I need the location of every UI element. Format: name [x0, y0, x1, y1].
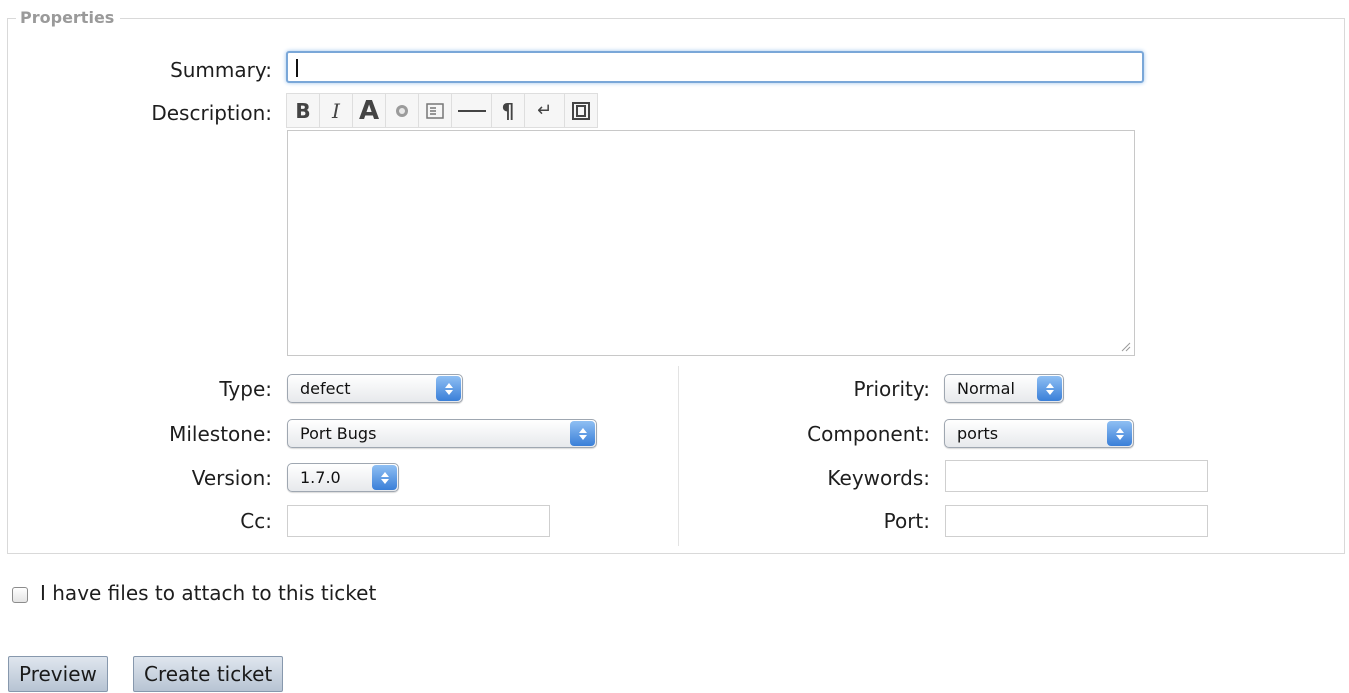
port-input[interactable]: [945, 505, 1208, 537]
attach-files-label: I have files to attach to this ticket: [40, 581, 377, 605]
wiki-markup-icon: [572, 101, 590, 120]
heading-button[interactable]: A: [353, 94, 386, 127]
bold-icon: B: [295, 98, 311, 123]
properties-legend: Properties: [16, 8, 121, 28]
horizontal-rule-button[interactable]: [452, 94, 492, 127]
heading-icon: A: [358, 95, 380, 126]
port-label: Port:: [883, 509, 930, 533]
type-label: Type:: [219, 377, 272, 401]
text-caret: [296, 59, 298, 77]
milestone-label: Milestone:: [169, 422, 272, 446]
version-select-value: 1.7.0: [300, 468, 341, 487]
description-label: Description:: [151, 101, 272, 125]
resize-grip-icon[interactable]: [1119, 340, 1131, 352]
version-select[interactable]: 1.7.0: [287, 463, 399, 492]
type-select-value: defect: [300, 379, 351, 398]
paragraph-button[interactable]: ¶: [492, 94, 525, 127]
attach-files-checkbox[interactable]: [12, 587, 28, 603]
wiki-markup-button[interactable]: [565, 94, 598, 127]
bold-button[interactable]: B: [287, 94, 320, 127]
component-select-value: ports: [957, 424, 999, 443]
select-arrows-icon: [436, 376, 461, 401]
link-icon: [396, 104, 408, 117]
priority-label: Priority:: [853, 377, 930, 401]
keywords-label: Keywords:: [827, 466, 930, 490]
code-block-icon: [426, 102, 444, 119]
keywords-input[interactable]: [945, 460, 1208, 492]
select-arrows-icon: [1107, 421, 1132, 446]
type-select[interactable]: defect: [287, 374, 463, 403]
create-ticket-button[interactable]: Create ticket: [133, 656, 284, 692]
summary-label: Summary:: [170, 58, 272, 82]
link-button[interactable]: [386, 94, 419, 127]
milestone-select-value: Port Bugs: [300, 424, 377, 443]
select-arrows-icon: [372, 465, 397, 490]
component-label: Component:: [807, 422, 930, 446]
version-label: Version:: [191, 466, 272, 490]
select-arrows-icon: [1037, 376, 1062, 401]
preview-button[interactable]: Preview: [8, 656, 108, 692]
line-break-button[interactable]: ↵: [525, 94, 565, 127]
select-arrows-icon: [570, 421, 595, 446]
italic-button[interactable]: I: [320, 94, 353, 127]
milestone-select[interactable]: Port Bugs: [287, 419, 597, 448]
code-block-button[interactable]: [419, 94, 452, 127]
priority-select[interactable]: Normal: [944, 374, 1064, 403]
column-divider: [678, 366, 679, 546]
cc-input[interactable]: [287, 505, 550, 537]
description-textarea[interactable]: [287, 130, 1135, 356]
wiki-toolbar: B I A ¶ ↵: [286, 93, 598, 128]
horizontal-rule-icon: [457, 109, 486, 112]
italic-icon: I: [332, 98, 340, 123]
line-break-icon: ↵: [536, 100, 553, 121]
paragraph-icon: ¶: [501, 98, 515, 123]
cc-label: Cc:: [240, 509, 272, 533]
summary-input[interactable]: [286, 51, 1144, 83]
component-select[interactable]: ports: [944, 419, 1134, 448]
priority-select-value: Normal: [957, 379, 1015, 398]
